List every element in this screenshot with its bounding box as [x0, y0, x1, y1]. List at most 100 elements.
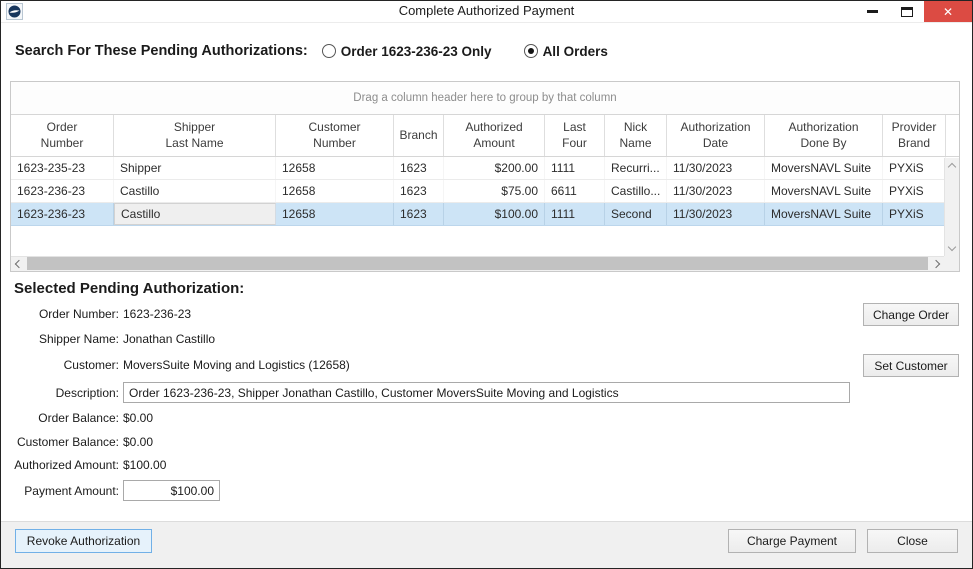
- set-customer-button[interactable]: Set Customer: [863, 354, 959, 377]
- search-options-row: Search For These Pending Authorizations:…: [15, 41, 608, 61]
- grid-cell-customer-number[interactable]: 12658: [276, 180, 394, 202]
- column-header-authorized-amount[interactable]: AuthorizedAmount: [444, 115, 545, 156]
- customer-value: MoversSuite Moving and Logistics (12658): [123, 358, 350, 372]
- close-button[interactable]: ✕: [924, 1, 972, 22]
- column-header-branch[interactable]: Branch: [394, 115, 444, 156]
- grid-cell-provider-brand[interactable]: PYXiS: [883, 157, 946, 179]
- footer-bar: Revoke Authorization Charge Payment Clos…: [1, 521, 972, 568]
- title-bar: Complete Authorized Payment ✕: [1, 1, 972, 23]
- radio-all-orders[interactable]: All Orders: [524, 44, 608, 59]
- horizontal-scroll-thumb[interactable]: [27, 257, 928, 270]
- grid-cell-branch[interactable]: 1623: [394, 180, 444, 202]
- grid-cell-customer-number[interactable]: 12658: [276, 203, 394, 225]
- description-label: Description:: [7, 386, 119, 400]
- customer-balance-value: $0.00: [123, 435, 153, 449]
- grid-cell-provider-brand[interactable]: PYXiS: [883, 180, 946, 202]
- scroll-up-icon[interactable]: [948, 163, 956, 171]
- grid-cell-authorization-date[interactable]: 11/30/2023: [667, 157, 765, 179]
- grid-cell-branch[interactable]: 1623: [394, 157, 444, 179]
- grid-cell-authorization-done-by[interactable]: MoversNAVL Suite: [765, 203, 883, 225]
- order-balance-value: $0.00: [123, 411, 153, 425]
- grid-cell-nick-name[interactable]: Castillo...: [605, 180, 667, 202]
- maximize-icon: [901, 7, 913, 17]
- description-input[interactable]: [123, 382, 850, 403]
- grid-cell-authorization-date[interactable]: 11/30/2023: [667, 180, 765, 202]
- grid-cell-nick-name[interactable]: Recurri...: [605, 157, 667, 179]
- grid-cell-nick-name[interactable]: Second: [605, 203, 667, 225]
- column-header-authorization-done-by[interactable]: AuthorizationDone By: [765, 115, 883, 156]
- minimize-icon: [867, 10, 878, 13]
- order-balance-row: Order Balance: $0.00: [7, 411, 153, 425]
- grid-cell-authorized-amount[interactable]: $100.00: [444, 203, 545, 225]
- column-header-shipper-last-name[interactable]: ShipperLast Name: [114, 115, 276, 156]
- close-icon: ✕: [943, 5, 953, 19]
- horizontal-scrollbar[interactable]: [11, 256, 944, 271]
- grid-cell-authorized-amount[interactable]: $200.00: [444, 157, 545, 179]
- column-header-provider-brand[interactable]: ProviderBrand: [883, 115, 946, 156]
- authorized-amount-row: Authorized Amount: $100.00: [7, 458, 166, 472]
- radio-order-only[interactable]: Order 1623-236-23 Only: [322, 44, 492, 59]
- column-header-customer-number[interactable]: CustomerNumber: [276, 115, 394, 156]
- grid-cell-authorization-done-by[interactable]: MoversNAVL Suite: [765, 157, 883, 179]
- grid-cell-provider-brand[interactable]: PYXiS: [883, 203, 946, 225]
- grid-cell-order-number[interactable]: 1623-236-23: [11, 180, 114, 202]
- scroll-right-button[interactable]: [929, 257, 944, 271]
- grid-cell-customer-number[interactable]: 12658: [276, 157, 394, 179]
- close-dialog-button[interactable]: Close: [867, 529, 958, 553]
- column-header-last-four[interactable]: LastFour: [545, 115, 605, 156]
- search-label: Search For These Pending Authorizations:: [15, 43, 308, 59]
- payment-amount-row: Payment Amount:: [7, 480, 220, 501]
- shipper-name-value: Jonathan Castillo: [123, 332, 215, 346]
- grid-cell-shipper-last-name[interactable]: Castillo: [114, 203, 276, 225]
- grid-rows: 1623-235-23Shipper126581623$200.001111Re…: [11, 157, 959, 226]
- grid-cell-authorization-done-by[interactable]: MoversNAVL Suite: [765, 180, 883, 202]
- maximize-button[interactable]: [892, 1, 922, 22]
- radio-button-icon: [322, 44, 336, 58]
- charge-payment-button[interactable]: Charge Payment: [728, 529, 856, 553]
- description-row: Description:: [7, 382, 850, 403]
- grid-cell-shipper-last-name[interactable]: Shipper: [114, 157, 276, 179]
- group-by-panel[interactable]: Drag a column header here to group by th…: [11, 82, 959, 115]
- minimize-button[interactable]: [857, 1, 887, 22]
- vertical-scrollbar[interactable]: [944, 158, 959, 256]
- scrollbar-corner: [944, 256, 959, 271]
- window-title: Complete Authorized Payment: [1, 3, 972, 18]
- customer-label: Customer:: [7, 358, 119, 372]
- scroll-down-icon[interactable]: [948, 243, 956, 251]
- scroll-left-button[interactable]: [11, 257, 26, 271]
- column-header-authorization-date[interactable]: AuthorizationDate: [667, 115, 765, 156]
- column-header-order-number[interactable]: OrderNumber: [11, 115, 114, 156]
- customer-balance-label: Customer Balance:: [7, 435, 119, 449]
- payment-amount-input[interactable]: [123, 480, 220, 501]
- grid-cell-last-four[interactable]: 6611: [545, 180, 605, 202]
- change-order-button[interactable]: Change Order: [863, 303, 959, 326]
- grid-cell-authorization-date[interactable]: 11/30/2023: [667, 203, 765, 225]
- column-header-nick-name[interactable]: NickName: [605, 115, 667, 156]
- order-number-value: 1623-236-23: [123, 307, 191, 321]
- customer-row: Customer: MoversSuite Moving and Logisti…: [7, 358, 350, 372]
- pending-authorizations-grid: Drag a column header here to group by th…: [10, 81, 960, 272]
- revoke-authorization-button[interactable]: Revoke Authorization: [15, 529, 152, 553]
- shipper-name-label: Shipper Name:: [7, 332, 119, 346]
- grid-cell-branch[interactable]: 1623: [394, 203, 444, 225]
- grid-row-0[interactable]: 1623-235-23Shipper126581623$200.001111Re…: [11, 157, 959, 180]
- radio-button-icon: [524, 44, 538, 58]
- grid-cell-order-number[interactable]: 1623-235-23: [11, 157, 114, 179]
- column-header-filler: [946, 115, 959, 156]
- customer-balance-row: Customer Balance: $0.00: [7, 435, 153, 449]
- grid-row-1[interactable]: 1623-236-23Castillo126581623$75.006611Ca…: [11, 180, 959, 203]
- grid-cell-last-four[interactable]: 1111: [545, 203, 605, 225]
- grid-cell-order-number[interactable]: 1623-236-23: [11, 203, 114, 225]
- grid-cell-last-four[interactable]: 1111: [545, 157, 605, 179]
- grid-cell-authorized-amount[interactable]: $75.00: [444, 180, 545, 202]
- shipper-name-row: Shipper Name: Jonathan Castillo: [7, 332, 215, 346]
- order-balance-label: Order Balance:: [7, 411, 119, 425]
- order-number-label: Order Number:: [7, 307, 119, 321]
- grid-cell-shipper-last-name[interactable]: Castillo: [114, 180, 276, 202]
- order-number-row: Order Number: 1623-236-23: [7, 307, 191, 321]
- dialog-complete-authorized-payment: Complete Authorized Payment ✕ Search For…: [0, 0, 973, 569]
- scroll-left-icon: [15, 260, 23, 268]
- grid-row-2[interactable]: 1623-236-23Castillo126581623$100.001111S…: [11, 203, 959, 226]
- section-heading: Selected Pending Authorization:: [14, 280, 244, 297]
- scroll-right-icon: [932, 260, 940, 268]
